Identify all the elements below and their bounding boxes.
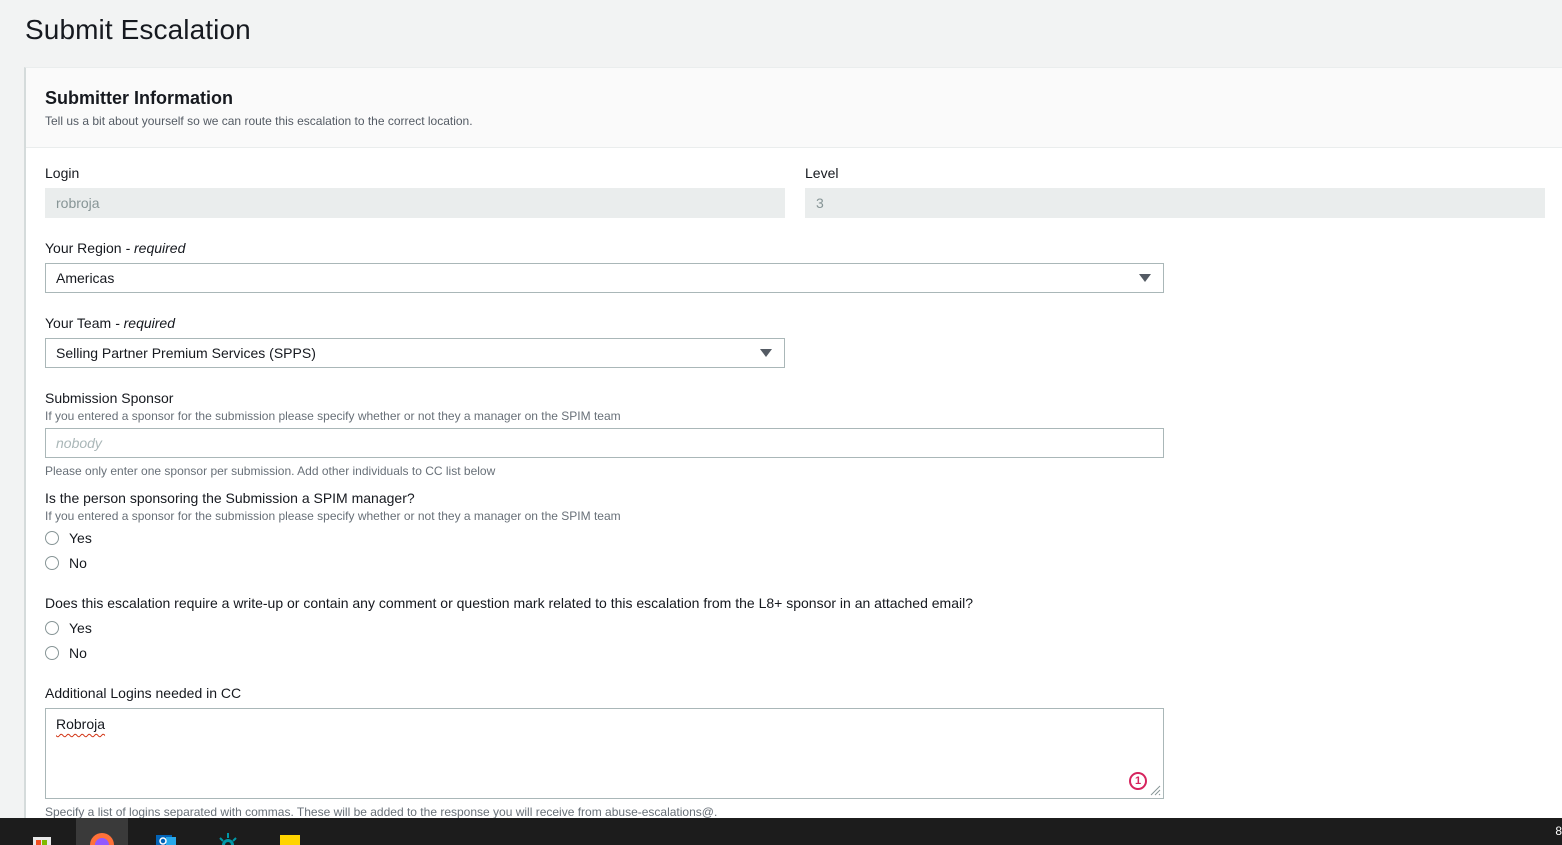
region-select[interactable]: Americas [45, 263, 1164, 293]
writeup-yes-option[interactable]: Yes [45, 618, 92, 638]
chevron-down-icon [1139, 274, 1151, 282]
login-label: Login [45, 165, 80, 181]
team-select[interactable]: Selling Partner Premium Services (SPPS) [45, 338, 785, 368]
windows-start-icon[interactable] [16, 818, 68, 845]
spim-manager-yes-label: Yes [69, 530, 92, 546]
login-value: robroja [56, 195, 100, 211]
chevron-down-icon [760, 349, 772, 357]
resize-handle-icon[interactable] [1149, 784, 1161, 796]
page-title: Submit Escalation [25, 14, 251, 45]
level-field: 3 [805, 188, 1545, 218]
region-required-text: - required [125, 240, 186, 256]
grammarly-icon[interactable]: 1 [1129, 772, 1147, 790]
login-field: robroja [45, 188, 785, 218]
card-header: Submitter Information Tell us a bit abou… [26, 68, 1562, 148]
sponsor-input[interactable] [45, 428, 1164, 458]
spim-manager-no-radio[interactable] [45, 556, 59, 570]
sticky-notes-icon[interactable] [264, 818, 316, 845]
team-label-text: Your Team [45, 315, 112, 331]
spim-manager-yes-option[interactable]: Yes [45, 528, 92, 548]
spim-manager-yes-radio[interactable] [45, 531, 59, 545]
spim-manager-hint: If you entered a sponsor for the submiss… [45, 509, 621, 523]
section-description: Tell us a bit about yourself so we can r… [45, 114, 473, 128]
cc-textarea[interactable]: Robroja 1 [45, 708, 1164, 799]
region-selected-value: Americas [56, 270, 115, 286]
team-required-text: - required [115, 315, 175, 331]
writeup-yes-radio[interactable] [45, 621, 59, 635]
cc-footer-hint: Specify a list of logins separated with … [45, 805, 718, 819]
cc-label: Additional Logins needed in CC [45, 685, 242, 701]
writeup-no-option[interactable]: No [45, 643, 87, 663]
spim-manager-no-option[interactable]: No [45, 553, 87, 573]
level-value: 3 [816, 195, 824, 211]
taskbar-clock[interactable]: 8 [1555, 824, 1562, 838]
taskbar: 8 [0, 818, 1562, 845]
sponsor-label: Submission Sponsor [45, 390, 174, 406]
spim-manager-no-label: No [69, 555, 87, 571]
level-label: Level [805, 165, 839, 181]
section-title: Submitter Information [45, 88, 233, 108]
region-label: Your Region - required [45, 240, 185, 256]
sponsor-footer-hint: Please only enter one sponsor per submis… [45, 464, 496, 478]
writeup-no-radio[interactable] [45, 646, 59, 660]
sponsor-hint: If you entered a sponsor for the submiss… [45, 409, 621, 423]
app-sparkle-icon[interactable] [202, 818, 254, 845]
writeup-no-label: No [69, 645, 87, 661]
region-label-text: Your Region [45, 240, 122, 256]
team-selected-value: Selling Partner Premium Services (SPPS) [56, 345, 316, 361]
submitter-information-card: Submitter Information Tell us a bit abou… [24, 67, 1562, 827]
firefox-icon[interactable] [76, 818, 128, 845]
team-label: Your Team - required [45, 315, 175, 331]
cc-value: Robroja [56, 716, 106, 732]
outlook-icon[interactable] [140, 818, 192, 845]
spim-manager-label: Is the person sponsoring the Submission … [45, 490, 415, 506]
writeup-label: Does this escalation require a write-up … [45, 595, 973, 611]
writeup-yes-label: Yes [69, 620, 92, 636]
